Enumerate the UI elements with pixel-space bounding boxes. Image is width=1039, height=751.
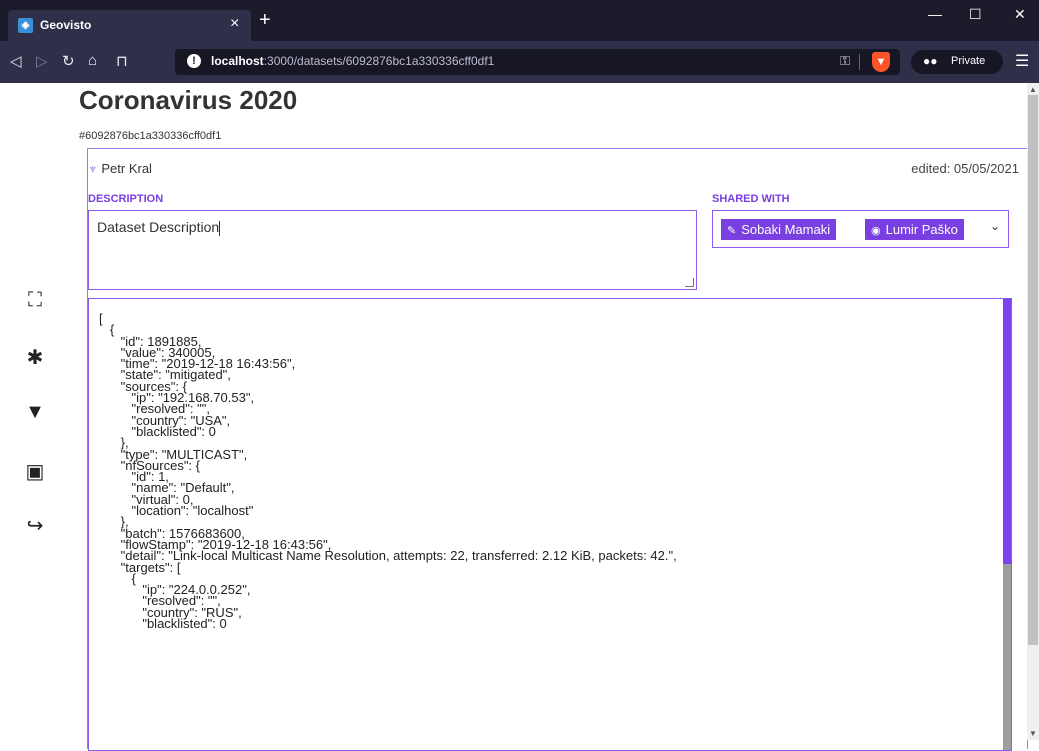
password-key-icon[interactable]: ⚿ — [840, 53, 850, 69]
home-icon[interactable]: ⌂ — [88, 52, 97, 69]
owner: ♆ Petr Kral — [88, 161, 152, 176]
shared-user-name: Lumir Paško — [885, 222, 958, 237]
page-title: Coronavirus 2020 — [79, 85, 298, 115]
json-scrollbar[interactable] — [1003, 299, 1011, 750]
shared-user-name: Sobaki Mamaki — [741, 222, 831, 237]
url-text[interactable]: localhost:3000/datasets/6092876bc1a33033… — [211, 54, 494, 68]
back-icon[interactable]: ◁ — [10, 52, 22, 70]
maximize-button[interactable]: ☐ — [969, 6, 982, 23]
brain-icon[interactable]: ⛶ — [24, 289, 46, 312]
browser-menu-icon[interactable]: ☰ — [1015, 51, 1029, 71]
reload-icon[interactable]: ↻ — [62, 52, 75, 70]
forward-icon[interactable]: ▷ — [36, 52, 48, 70]
dataset-detail: Coronavirus 2020 #6092876bc1a330336cff0d… — [68, 83, 1028, 751]
address-bar[interactable]: ! localhost:3000/datasets/6092876bc1a330… — [175, 49, 900, 75]
json-scrollbar-thumb[interactable] — [1003, 299, 1011, 564]
scroll-up-icon[interactable]: ▲ — [1029, 85, 1037, 94]
shared-user-chip[interactable]: ✎ Sobaki Mamaki — [721, 219, 837, 240]
description-label: DESCRIPTION — [88, 193, 164, 205]
favicon-icon: ◈ — [18, 18, 33, 33]
presentation-icon[interactable]: ▼ — [24, 401, 46, 424]
owner-icon: ♆ — [88, 161, 98, 176]
shared-user-chip[interactable]: ◉ Lumir Paško — [865, 219, 964, 240]
text-caret — [219, 220, 221, 236]
new-tab-button[interactable]: + — [259, 9, 271, 32]
minimize-button[interactable]: — — [928, 6, 942, 22]
scroll-down-icon[interactable]: ▼ — [1029, 729, 1037, 738]
tab-close-button[interactable]: × — [230, 15, 239, 33]
divider — [859, 54, 860, 70]
private-label: Private — [951, 55, 986, 67]
id-badge-icon[interactable]: ▣ — [24, 459, 46, 484]
page-scrollbar-thumb[interactable] — [1028, 95, 1038, 645]
json-editor[interactable]: [ { "id": 1891885, "value": 340005, "tim… — [88, 298, 1012, 751]
browser-tab[interactable]: ◈ Geovisto × — [8, 10, 251, 41]
dataset-card: ♆ Petr Kral edited: 05/05/2021 DESCRIPTI… — [87, 148, 1028, 751]
json-content[interactable]: [ { "id": 1891885, "value": 340005, "tim… — [99, 312, 677, 630]
description-text: Dataset Description — [97, 219, 220, 235]
page-scrollbar[interactable]: ▲ ▼ — [1027, 83, 1039, 740]
dataset-id: #6092876bc1a330336cff0df1 — [79, 130, 222, 142]
owner-name: Petr Kral — [101, 161, 152, 176]
browser-nav-bar: ◁ ▷ ↻ ⌂ ⊓ ! localhost:3000/datasets/6092… — [0, 41, 1039, 83]
app-sidebar: ⛶ ✱ ▼ ▣ ↪ — [0, 83, 68, 740]
private-window-badge[interactable]: ●● Private — [911, 50, 1003, 74]
resize-grip-icon[interactable] — [685, 278, 694, 287]
tab-title: Geovisto — [40, 18, 92, 32]
close-window-button[interactable]: ✕ — [1014, 6, 1026, 23]
description-textarea[interactable]: Dataset Description — [88, 210, 697, 290]
pencil-icon: ✎ — [727, 225, 737, 237]
chevron-down-icon[interactable]: ⌄ — [990, 219, 1000, 233]
shared-with-label: SHARED WITH — [712, 193, 790, 205]
bookmark-icon[interactable]: ⊓ — [116, 52, 128, 70]
brave-shield-icon[interactable]: ▼ — [872, 52, 890, 72]
eye-icon: ◉ — [871, 225, 881, 237]
logout-icon[interactable]: ↪ — [24, 513, 46, 538]
puzzle-icon[interactable]: ✱ — [24, 345, 46, 370]
edited-date: edited: 05/05/2021 — [911, 161, 1019, 176]
shared-with-select[interactable]: ✎ Sobaki Mamaki ◉ Lumir Paško ⌄ — [712, 210, 1009, 248]
site-info-icon[interactable]: ! — [187, 54, 201, 68]
browser-tab-bar: ◈ Geovisto × + — ☐ ✕ — [0, 0, 1039, 41]
private-mask-icon: ●● — [923, 54, 938, 68]
